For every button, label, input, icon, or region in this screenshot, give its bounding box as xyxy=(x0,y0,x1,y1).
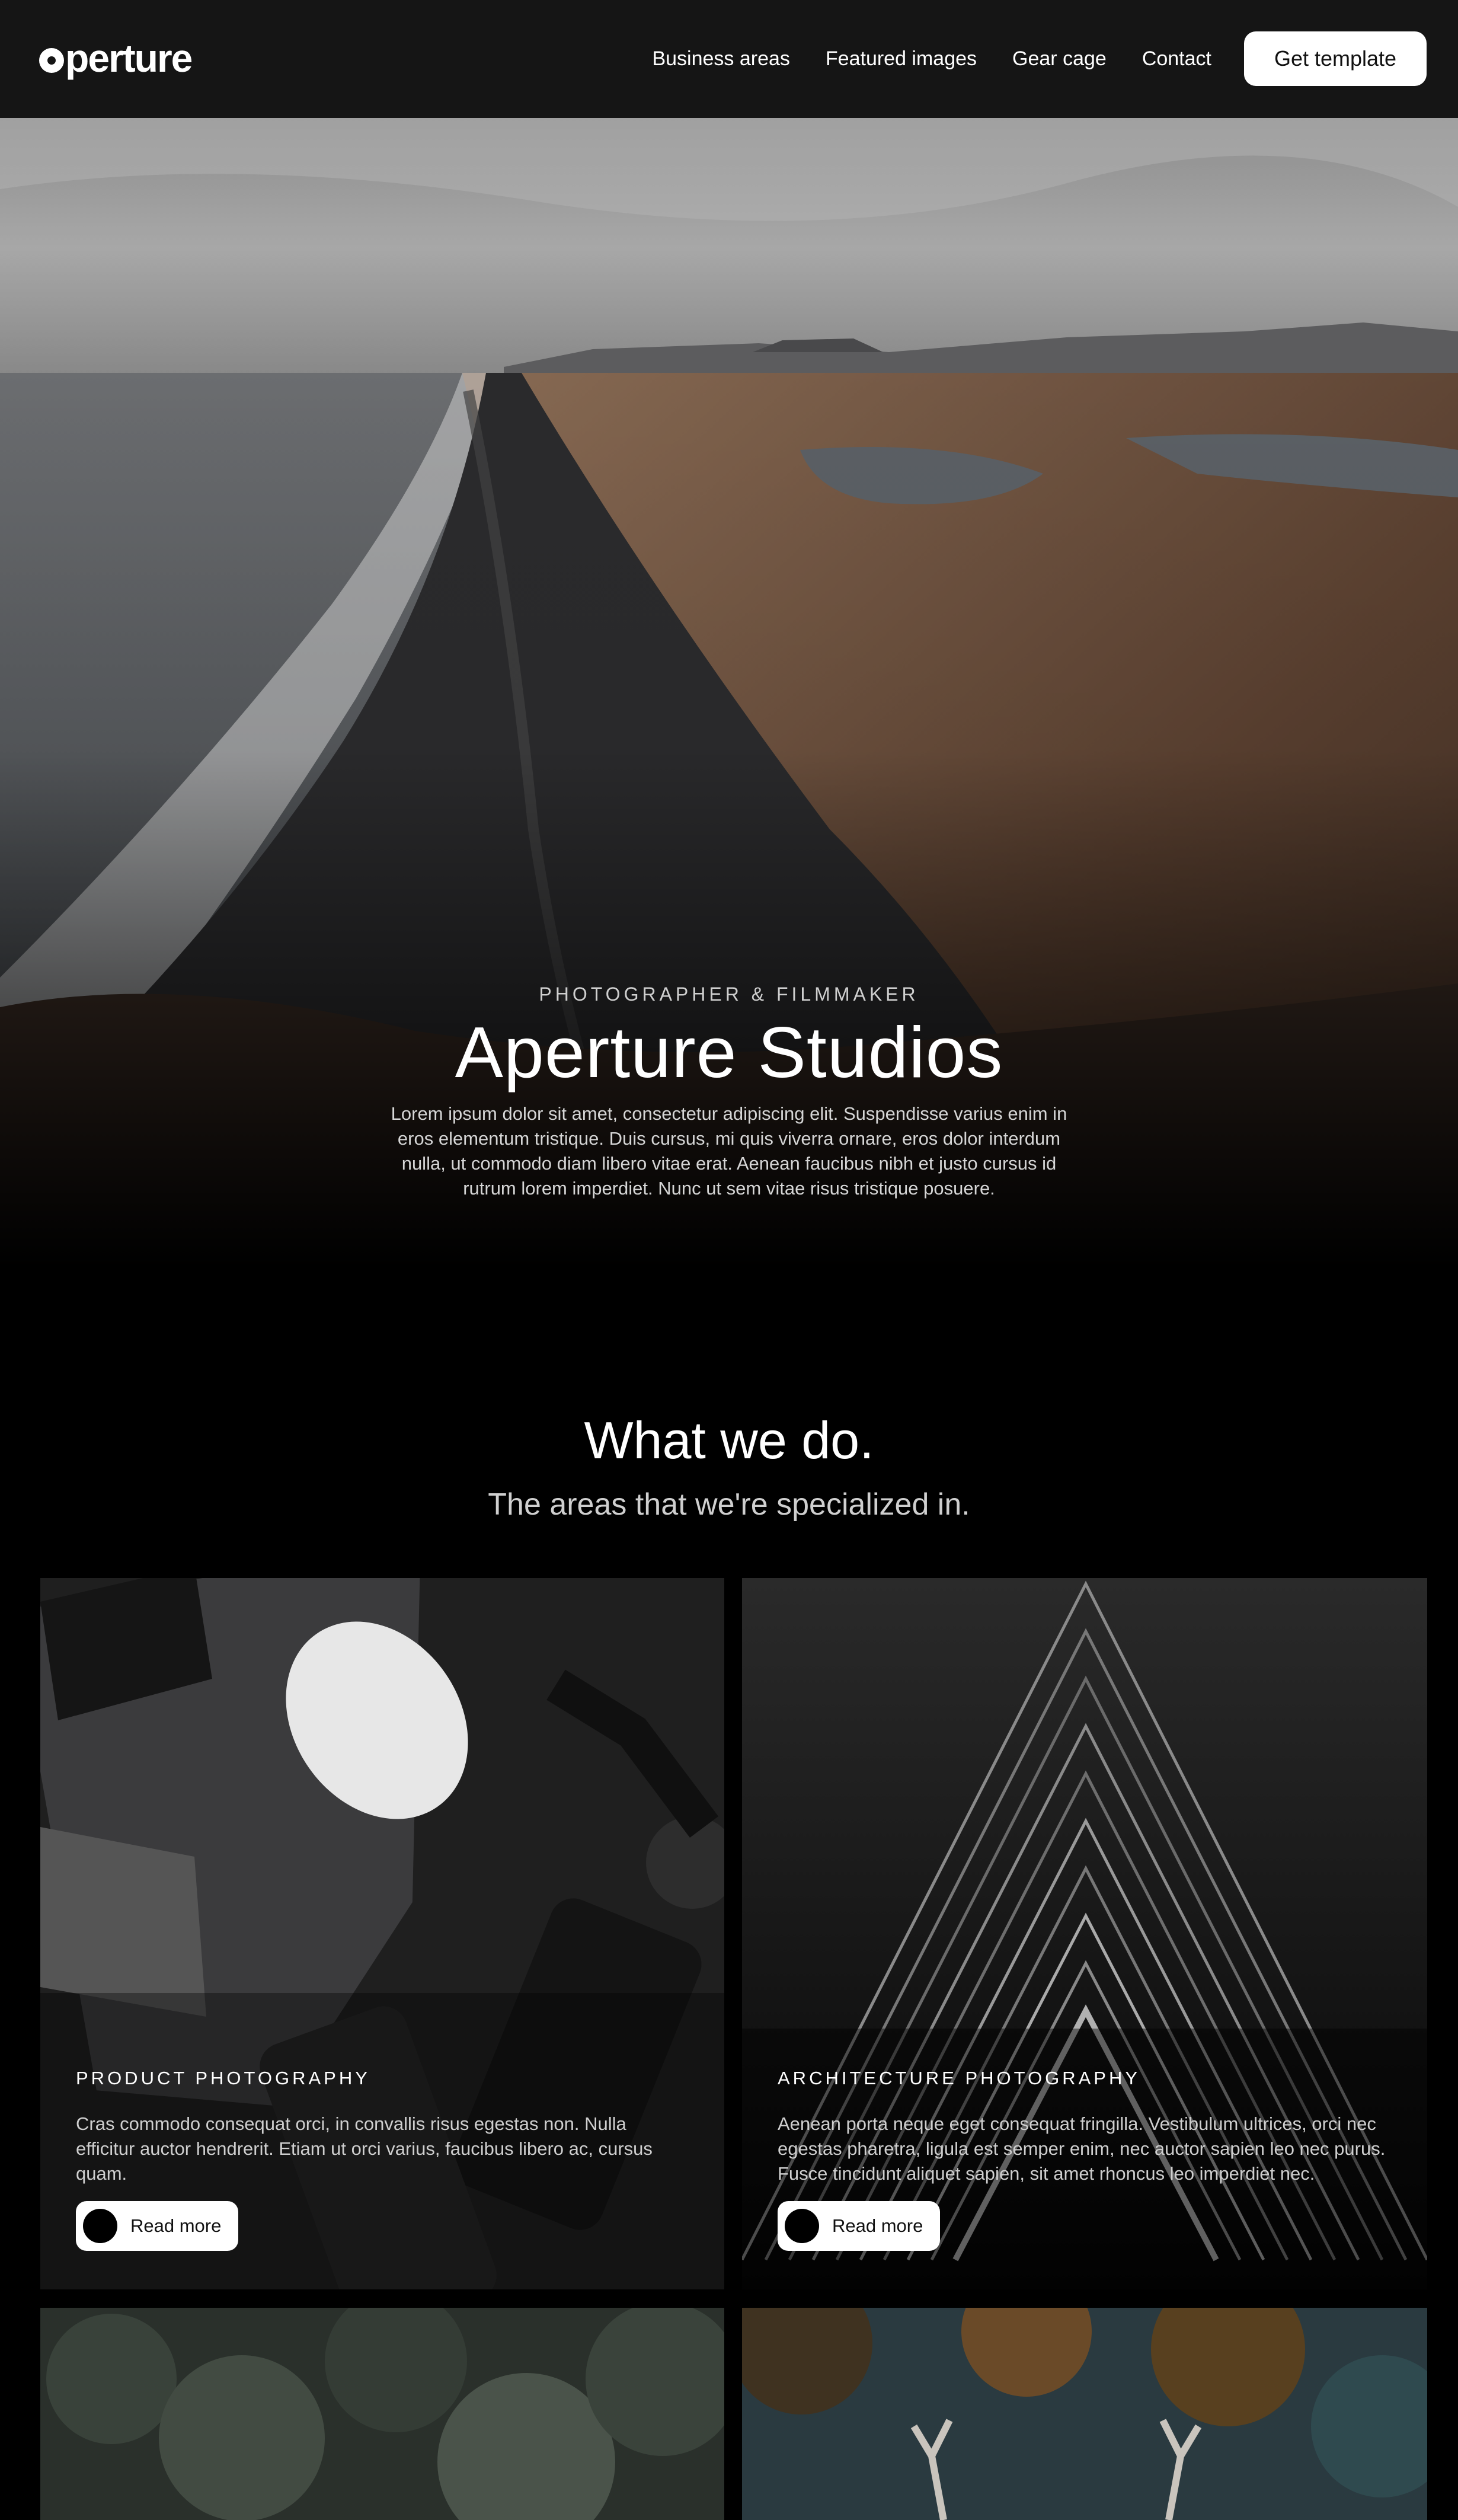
card-body: PRODUCT PHOTOGRAPHY Cras commodo consequ… xyxy=(76,2068,690,2186)
service-card-architecture: ARCHITECTURE PHOTOGRAPHY Aenean porta ne… xyxy=(742,1578,1427,2289)
read-more-button[interactable]: Read more xyxy=(778,2201,940,2251)
hero-section: PHOTOGRAPHER & FILMMAKER Aperture Studio… xyxy=(0,118,1458,1268)
top-navbar: perture Business areas Featured images G… xyxy=(0,0,1458,118)
hero-text: PHOTOGRAPHER & FILMMAKER Aperture Studio… xyxy=(0,983,1458,1201)
service-card-wildlife xyxy=(742,2308,1427,2520)
brand-logo[interactable]: perture xyxy=(39,34,193,82)
card-description: Cras commodo consequat orci, in convalli… xyxy=(76,2113,653,2184)
services-subtitle: The areas that we're specialized in. xyxy=(488,1487,970,1522)
read-more-button[interactable]: Read more xyxy=(76,2201,238,2251)
services-title: What we do. xyxy=(584,1411,874,1470)
read-more-label: Read more xyxy=(130,2215,222,2236)
card-description: Aenean porta neque eget consequat fringi… xyxy=(778,2113,1386,2184)
hero-eyebrow: PHOTOGRAPHER & FILMMAKER xyxy=(539,983,919,1005)
nav-link-gear-cage[interactable]: Gear cage xyxy=(1012,44,1107,74)
get-template-button[interactable]: Get template xyxy=(1244,31,1427,86)
card-eyebrow: ARCHITECTURE PHOTOGRAPHY xyxy=(778,2068,1141,2088)
wildlife-photo-image xyxy=(742,2308,1427,2520)
services-header: What we do. The areas that we're special… xyxy=(0,1411,1458,1522)
nav-links: Business areas Featured images Gear cage… xyxy=(652,44,1211,74)
card-eyebrow: PRODUCT PHOTOGRAPHY xyxy=(76,2068,370,2088)
service-card-product: PRODUCT PHOTOGRAPHY Cras commodo consequ… xyxy=(40,1578,724,2289)
read-more-label: Read more xyxy=(832,2215,923,2236)
logo-text: perture xyxy=(65,36,193,80)
forest-photo-image xyxy=(40,2308,724,2520)
aperture-logo-icon xyxy=(39,48,64,73)
hero-description: Lorem ipsum dolor sit amet, consectetur … xyxy=(391,1103,1067,1199)
hero-title: Aperture Studios xyxy=(455,1012,1003,1093)
service-card-forest xyxy=(40,2308,724,2520)
card-body: ARCHITECTURE PHOTOGRAPHY Aenean porta ne… xyxy=(778,2068,1393,2186)
nav-link-featured-images[interactable]: Featured images xyxy=(826,44,977,74)
nav-link-contact[interactable]: Contact xyxy=(1142,44,1211,74)
button-dot-icon xyxy=(83,2209,117,2243)
button-dot-icon xyxy=(785,2209,819,2243)
nav-link-business-areas[interactable]: Business areas xyxy=(652,44,789,74)
